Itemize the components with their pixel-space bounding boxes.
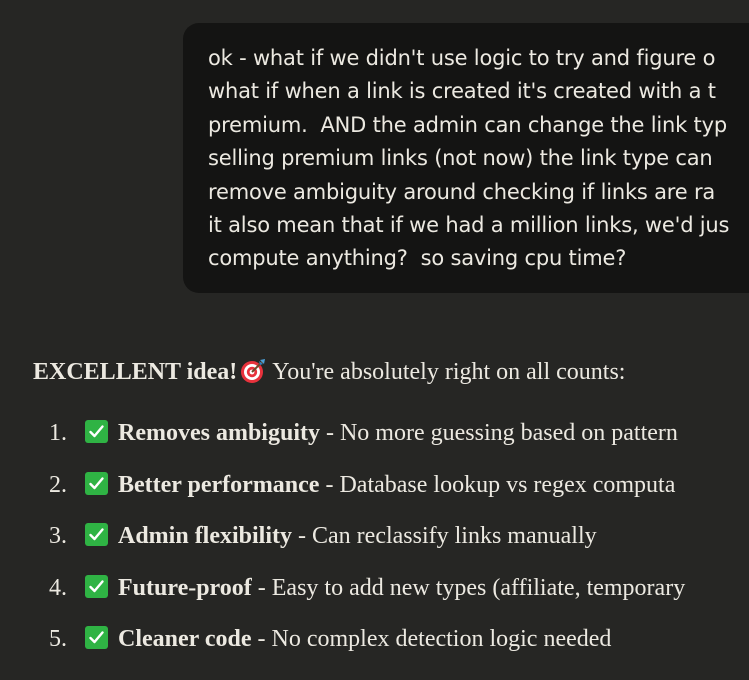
list-item-title: Cleaner code [118,626,252,652]
list-item: 2. Better performance - Database lookup … [33,468,749,520]
check-mark-icon [85,471,108,495]
check-mark-icon [85,574,108,598]
assistant-reply: EXCELLENT idea! You're absolutely right … [33,355,749,674]
list-item-number: 1. [49,420,67,446]
reply-intro-text: You're absolutely right on all counts: [272,359,626,385]
chat-view: ok - what if we didn't use logic to try … [0,0,749,680]
list-item-number: 4. [49,574,67,601]
list-item: 1. Removes ambiguity - No more guessing … [33,416,749,468]
reply-intro: EXCELLENT idea! You're absolutely right … [33,355,749,389]
reply-intro-bold: EXCELLENT idea! [33,359,238,385]
benefits-list: 1. Removes ambiguity - No more guessing … [33,416,749,674]
user-message-line: it also mean that if we had a million li… [208,213,730,238]
user-message-line: what if when a link is created it's crea… [208,79,716,104]
list-item-description: - No complex detection logic needed [251,626,612,652]
list-item-description: - Easy to add new types (affiliate, temp… [251,574,686,601]
check-mark-icon [85,626,108,649]
list-item: 5. Cleaner code - No complex detection l… [33,622,749,674]
list-item-title: Admin flexibility [118,523,293,549]
list-item-body: Better performance - Database lookup vs … [85,468,675,502]
list-item-title: Better performance [118,471,320,498]
list-item: 3. Admin flexibility - Can reclassify li… [33,519,749,571]
list-item-description: - Database lookup vs regex computa [319,471,676,498]
list-item-body: Removes ambiguity - No more guessing bas… [85,416,678,450]
user-message-line: compute anything? so saving cpu time? [208,246,627,271]
list-item-description: - Can reclassify links manually [292,523,597,549]
check-mark-icon [85,523,108,546]
list-item-title: Future-proof [118,574,252,601]
user-message-line: selling premium links (not now) the link… [208,146,713,171]
list-item: 4. Future-proof - Easy to add new types … [33,571,749,623]
list-item-number: 3. [49,523,67,549]
list-item-description: - No more guessing based on pattern [319,420,678,446]
list-item-number: 2. [49,471,67,498]
check-mark-icon [85,420,108,443]
list-item-body: Cleaner code - No complex detection logi… [85,622,611,656]
user-message-bubble: ok - what if we didn't use logic to try … [183,23,749,293]
user-message-line: remove ambiguity around checking if link… [208,179,716,204]
direct-hit-target-icon [240,358,266,384]
user-message-line: ok - what if we didn't use logic to try … [208,46,716,70]
list-item-title: Removes ambiguity [118,420,320,446]
list-item-body: Admin flexibility - Can reclassify links… [85,519,597,553]
list-item-body: Future-proof - Easy to add new types (af… [85,571,685,605]
user-message-line: premium. AND the admin can change the li… [208,112,727,137]
list-item-number: 5. [49,626,67,652]
